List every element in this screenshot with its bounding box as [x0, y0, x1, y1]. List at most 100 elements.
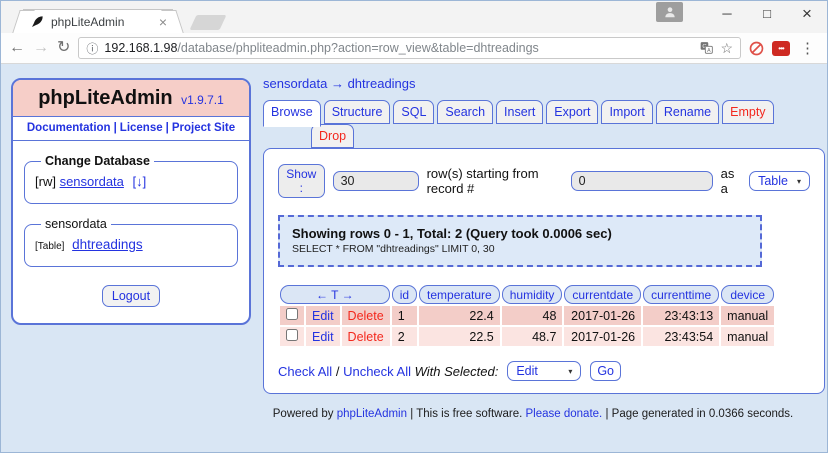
header-currentdate[interactable]: currentdate: [564, 285, 641, 304]
powered-by-text: Powered by: [273, 408, 334, 420]
breadcrumb: sensordata → dhtreadings: [263, 76, 825, 91]
view-select-value: Table: [758, 174, 788, 188]
breadcrumb-arrow-icon: →: [331, 76, 344, 91]
row-checkbox[interactable]: [286, 308, 298, 320]
license-link[interactable]: License: [120, 122, 163, 134]
browse-panel: Show : row(s) starting from record # as …: [263, 148, 825, 394]
main-content: sensordata → dhtreadings Browse Structur…: [263, 64, 825, 420]
table-tabs-row2: Drop: [311, 124, 825, 148]
link-separator: |: [163, 122, 172, 134]
show-button[interactable]: Show :: [278, 164, 325, 198]
url-text: 192.168.1.98/database/phpliteadmin.php?a…: [104, 41, 693, 55]
phpliteadmin-link[interactable]: phpLiteAdmin: [337, 408, 407, 420]
tab-empty[interactable]: Empty: [722, 100, 773, 124]
tab-rename[interactable]: Rename: [656, 100, 719, 124]
page-info-icon[interactable]: ⓘ: [86, 40, 98, 57]
browser-window: phpLiteAdmin × ─ □ × ← → ↻ ⓘ 192.168.1.9…: [0, 0, 828, 453]
browser-toolbar: ← → ↻ ⓘ 192.168.1.98/database/phpliteadm…: [1, 33, 827, 64]
table-row: Edit Delete 2 22.5 48.7 2017-01-26 23:43…: [280, 327, 774, 346]
browser-tab[interactable]: phpLiteAdmin ×: [23, 9, 173, 33]
delete-link[interactable]: Delete: [348, 330, 384, 344]
tab-search[interactable]: Search: [437, 100, 493, 124]
header-device[interactable]: device: [721, 285, 774, 304]
header-humidity[interactable]: humidity: [502, 285, 563, 304]
minimize-button[interactable]: ─: [707, 1, 747, 27]
delete-link[interactable]: Delete: [348, 309, 384, 323]
table-type-label: [Table]: [35, 241, 64, 252]
tab-import[interactable]: Import: [601, 100, 652, 124]
cell-humidity: 48.7: [502, 327, 563, 346]
header-currenttime[interactable]: currenttime: [643, 285, 719, 304]
edit-link[interactable]: Edit: [312, 309, 334, 323]
uncheck-all-link[interactable]: Uncheck All: [343, 364, 411, 379]
tab-structure[interactable]: Structure: [324, 100, 391, 124]
person-icon: [663, 5, 677, 19]
tab-drop[interactable]: Drop: [311, 124, 354, 148]
query-result-box: Showing rows 0 - 1, Total: 2 (Query took…: [278, 215, 762, 267]
tab-browse[interactable]: Browse: [263, 100, 321, 127]
documentation-link[interactable]: Documentation: [27, 122, 111, 134]
url-path: /database/phpliteadmin.php?action=row_vi…: [177, 41, 538, 55]
cell-id: 1: [392, 306, 417, 325]
check-all-link[interactable]: Check All: [278, 364, 332, 379]
bookmark-star-icon[interactable]: ☆: [720, 40, 733, 57]
table-tabs: Browse Structure SQL Search Insert Expor…: [263, 100, 825, 124]
address-bar[interactable]: ⓘ 192.168.1.98/database/phpliteadmin.php…: [78, 37, 741, 59]
project-site-link[interactable]: Project Site: [172, 122, 235, 134]
cell-currenttime: 23:43:13: [643, 306, 719, 325]
table-link[interactable]: dhtreadings: [72, 237, 143, 252]
app-links: Documentation|License|Project Site: [13, 117, 249, 141]
app-version: v1.9.7.1: [181, 93, 224, 107]
profile-avatar-button[interactable]: [656, 2, 683, 22]
chevron-down-icon: ▾: [797, 177, 801, 186]
header-temperature[interactable]: temperature: [419, 285, 500, 304]
translate-icon[interactable]: GA: [699, 41, 714, 55]
footer-separator: |: [605, 408, 608, 420]
breadcrumb-table-link[interactable]: dhtreadings: [348, 76, 416, 91]
logout-button[interactable]: Logout: [102, 285, 160, 307]
header-transpose[interactable]: ← T →: [280, 285, 390, 304]
row-checkbox[interactable]: [286, 329, 298, 341]
results-table: ← T → id temperature humidity currentdat…: [278, 283, 776, 348]
back-icon[interactable]: ←: [9, 40, 25, 56]
view-select[interactable]: Table ▾: [749, 171, 810, 191]
close-window-button[interactable]: ×: [787, 1, 827, 27]
cell-humidity: 48: [502, 306, 563, 325]
go-button[interactable]: Go: [590, 361, 621, 381]
svg-text:A: A: [708, 48, 712, 54]
change-database-legend: Change Database: [41, 154, 154, 168]
with-selected-label: With Selected:: [415, 364, 499, 379]
tab-export[interactable]: Export: [546, 100, 598, 124]
database-download-link[interactable]: [↓]: [133, 174, 147, 189]
blocker-extension-icon[interactable]: [749, 41, 764, 56]
app-header: phpLiteAdmin v1.9.7.1: [13, 80, 249, 117]
bulk-action-value: Edit: [516, 364, 538, 378]
window-controls: ─ □ ×: [656, 1, 827, 31]
tab-insert[interactable]: Insert: [496, 100, 543, 124]
header-id[interactable]: id: [392, 285, 417, 304]
donate-link[interactable]: Please donate.: [526, 408, 603, 420]
browser-titlebar: phpLiteAdmin × ─ □ ×: [1, 1, 827, 33]
edit-link[interactable]: Edit: [312, 330, 334, 344]
database-link[interactable]: sensordata: [60, 174, 124, 189]
cell-currenttime: 23:43:54: [643, 327, 719, 346]
reload-icon[interactable]: ↻: [57, 40, 70, 56]
start-record-input[interactable]: [571, 171, 713, 191]
new-tab-button[interactable]: [190, 15, 227, 30]
rows-text: row(s) starting from record #: [427, 166, 563, 196]
browser-menu-icon[interactable]: ⋮: [798, 39, 817, 57]
breadcrumb-db-link[interactable]: sensordata: [263, 76, 327, 91]
cell-temperature: 22.4: [419, 306, 500, 325]
bulk-action-select[interactable]: Edit ▾: [507, 361, 581, 381]
tab-sql[interactable]: SQL: [393, 100, 434, 124]
db-mode-label: [rw]: [35, 174, 56, 189]
password-extension-icon[interactable]: •••: [772, 41, 790, 56]
forward-icon: →: [33, 40, 49, 56]
bulk-separator: /: [336, 364, 340, 379]
tab-close-icon[interactable]: ×: [157, 15, 169, 29]
query-sql: SELECT * FROM "dhtreadings" LIMIT 0, 30: [292, 243, 748, 255]
rows-count-input[interactable]: [333, 171, 419, 191]
maximize-button[interactable]: □: [747, 1, 787, 27]
app-title: phpLiteAdmin: [38, 87, 172, 109]
free-software-text: This is free software.: [416, 408, 522, 420]
